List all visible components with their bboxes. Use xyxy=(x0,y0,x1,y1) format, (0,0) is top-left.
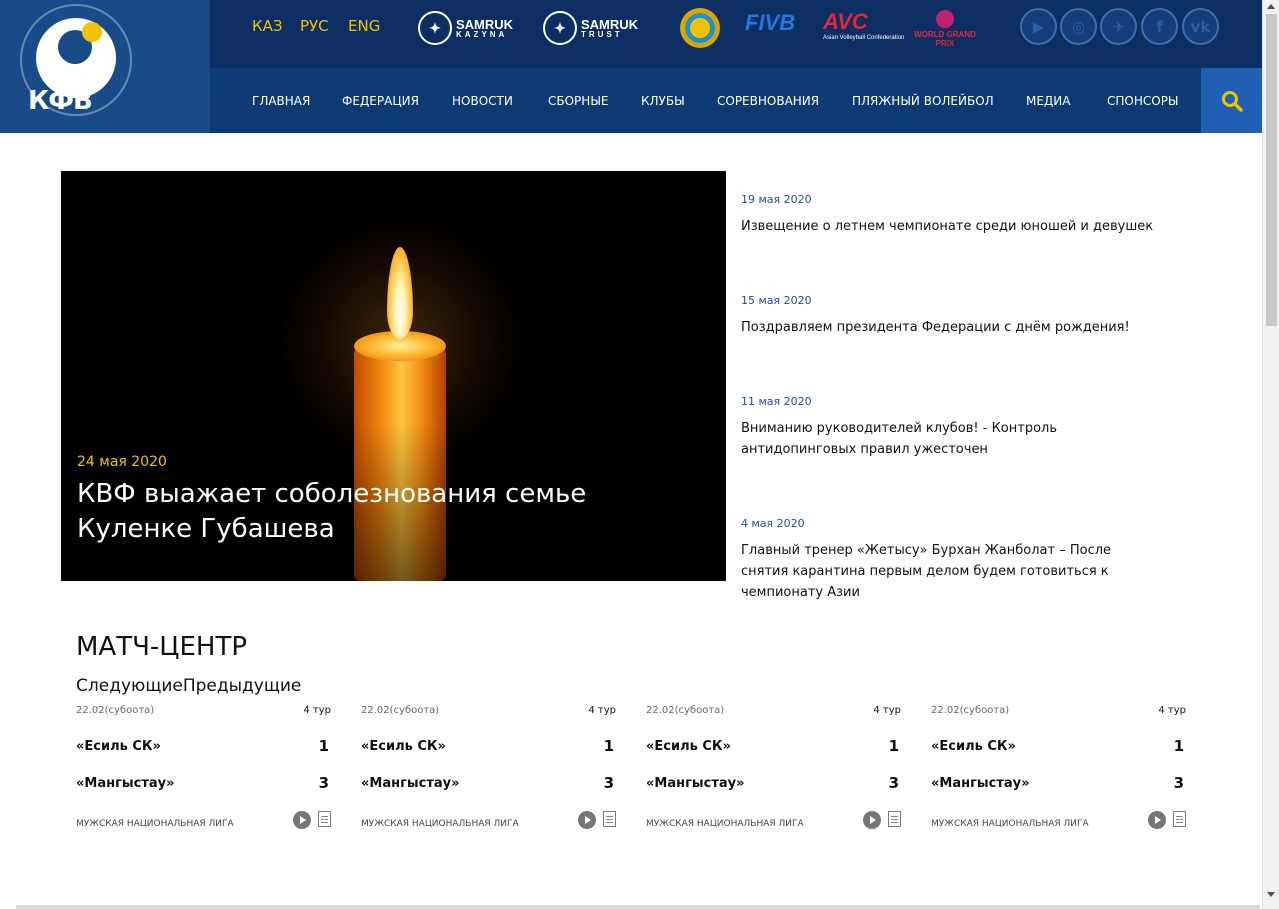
match-score-home: 1 xyxy=(1173,737,1184,755)
match-league: МУЖСКАЯ НАЦИОНАЛЬНАЯ ЛИГА xyxy=(361,819,519,829)
youtube-icon[interactable]: ▶ xyxy=(1020,8,1057,45)
kazakhstan-emblem-icon[interactable] xyxy=(680,8,720,48)
facebook-icon[interactable]: f xyxy=(1141,8,1178,45)
news-date: 19 мая 2020 xyxy=(741,193,812,206)
match-team-away: «Мангыстау» xyxy=(76,776,175,791)
match-score-home: 1 xyxy=(603,737,614,755)
protocol-doc-icon[interactable] xyxy=(318,811,331,827)
match-card[interactable]: 22.02(субоота) 4 тур «Есиль СК» 1 «Мангы… xyxy=(931,705,1186,835)
video-icon[interactable] xyxy=(863,811,881,829)
match-round: 4 тур xyxy=(303,705,331,716)
match-round: 4 тур xyxy=(1158,705,1186,716)
match-score-away: 3 xyxy=(888,774,899,792)
section-divider xyxy=(16,905,1260,909)
wgp-icon xyxy=(936,10,954,28)
match-round: 4 тур xyxy=(588,705,616,716)
scroll-down-icon[interactable] xyxy=(1267,892,1275,897)
vk-icon[interactable]: vk xyxy=(1182,8,1219,45)
news-title[interactable]: Поздравляем президента Федерации с днём … xyxy=(741,317,1161,338)
hero-title[interactable]: КВФ выажает соболезнования семье Куленке… xyxy=(77,477,677,547)
match-team-away: «Мангыстау» xyxy=(931,776,1030,791)
site-logo[interactable]: КФВ xyxy=(0,0,210,133)
logo-abbr: КФВ xyxy=(28,86,93,116)
match-league: МУЖСКАЯ НАЦИОНАЛЬНАЯ ЛИГА xyxy=(646,819,804,829)
news-title[interactable]: Вниманию руководителей клубов! - Контрол… xyxy=(741,418,1161,460)
match-team-home: «Есиль СК» xyxy=(361,739,446,754)
partner-samruk-trust[interactable]: ✦ SAMRUK TRUST xyxy=(543,8,638,48)
nav-home[interactable]: ГЛАВНАЯ xyxy=(252,94,310,108)
nav-teams[interactable]: СБОРНЫЕ xyxy=(548,94,609,108)
match-score-home: 1 xyxy=(888,737,899,755)
match-card[interactable]: 22.02(субоота) 4 тур «Есиль СК» 1 «Мангы… xyxy=(361,705,616,835)
news-title[interactable]: Извещение о летнем чемпионате среди юнош… xyxy=(741,216,1161,237)
search-icon xyxy=(1221,90,1243,112)
world-grand-prix-logo[interactable]: WORLD GRAND PRIX xyxy=(908,10,982,48)
page-scrollbar[interactable] xyxy=(1262,0,1279,909)
video-icon[interactable] xyxy=(578,811,596,829)
match-center-tabs[interactable]: СледующиеПредыдущие xyxy=(76,676,301,696)
match-team-away: «Мангыстау» xyxy=(646,776,745,791)
instagram-icon[interactable]: ◎ xyxy=(1060,8,1097,45)
match-league: МУЖСКАЯ НАЦИОНАЛЬНАЯ ЛИГА xyxy=(76,819,234,829)
samruk-trust-icon: ✦ xyxy=(543,11,577,45)
search-button[interactable] xyxy=(1201,68,1262,133)
match-center-title: МАТЧ-ЦЕНТР xyxy=(76,632,248,662)
match-date: 22.02(субоота) xyxy=(361,705,440,716)
protocol-doc-icon[interactable] xyxy=(1173,811,1186,827)
hero-news[interactable]: 24 мая 2020 КВФ выажает соболезнования с… xyxy=(61,171,726,581)
news-date: 4 мая 2020 xyxy=(741,517,805,530)
nav-federation[interactable]: ФЕДЕРАЦИЯ xyxy=(342,94,419,108)
twitter-icon[interactable]: ✈ xyxy=(1100,8,1137,45)
news-date: 15 мая 2020 xyxy=(741,294,812,307)
nav-sponsors[interactable]: СПОНСОРЫ xyxy=(1107,94,1179,108)
nav-beach-volleyball[interactable]: ПЛЯЖНЫЙ ВОЛЕЙБОЛ xyxy=(852,94,994,108)
match-team-home: «Есиль СК» xyxy=(76,739,161,754)
protocol-doc-icon[interactable] xyxy=(603,811,616,827)
match-team-away: «Мангыстау» xyxy=(361,776,460,791)
scroll-thumb[interactable] xyxy=(1266,14,1277,326)
news-title[interactable]: Главный тренер «Жетысу» Бурхан Жанболат … xyxy=(741,540,1161,603)
video-icon[interactable] xyxy=(293,811,311,829)
match-date: 22.02(субоота) xyxy=(931,705,1010,716)
match-score-home: 1 xyxy=(318,737,329,755)
protocol-doc-icon[interactable] xyxy=(888,811,901,827)
lang-eng[interactable]: ENG xyxy=(348,17,380,35)
match-card[interactable]: 22.02(субоота) 4 тур «Есиль СК» 1 «Мангы… xyxy=(646,705,901,835)
lang-kaz[interactable]: КАЗ xyxy=(252,17,283,35)
nav-competitions[interactable]: СОРЕВНОВАНИЯ xyxy=(717,94,819,108)
hero-date: 24 мая 2020 xyxy=(77,454,167,470)
match-card[interactable]: 22.02(субоота) 4 тур «Есиль СК» 1 «Мангы… xyxy=(76,705,331,835)
news-date: 11 мая 2020 xyxy=(741,395,812,408)
partner-samruk-kazyna[interactable]: ✦ SAMRUK KAZYNA xyxy=(418,8,513,48)
match-score-away: 3 xyxy=(1173,774,1184,792)
match-team-home: «Есиль СК» xyxy=(931,739,1016,754)
main-nav: ГЛАВНАЯ ФЕДЕРАЦИЯ НОВОСТИ СБОРНЫЕ КЛУБЫ … xyxy=(210,68,1201,133)
samruk-kazyna-icon: ✦ xyxy=(418,11,452,45)
nav-clubs[interactable]: КЛУБЫ xyxy=(641,94,685,108)
match-date: 22.02(субоота) xyxy=(646,705,725,716)
match-date: 22.02(субоота) xyxy=(76,705,155,716)
lang-rus[interactable]: РУС xyxy=(300,17,329,35)
nav-media[interactable]: МЕДИА xyxy=(1026,94,1071,108)
site-header: КФВ КАЗ РУС ENG ✦ SAMRUK KAZYNA ✦ SAMRUK… xyxy=(0,0,1262,133)
fivb-logo[interactable]: FIVB xyxy=(745,10,795,36)
nav-news[interactable]: НОВОСТИ xyxy=(452,94,513,108)
logo-ball-icon xyxy=(82,22,102,42)
match-round: 4 тур xyxy=(873,705,901,716)
video-icon[interactable] xyxy=(1148,811,1166,829)
match-score-away: 3 xyxy=(318,774,329,792)
match-team-home: «Есиль СК» xyxy=(646,739,731,754)
match-league: МУЖСКАЯ НАЦИОНАЛЬНАЯ ЛИГА xyxy=(931,819,1089,829)
scroll-up-icon[interactable] xyxy=(1267,4,1275,9)
avc-logo[interactable]: AVC Asian Volleyball Confederation xyxy=(823,9,904,41)
match-score-away: 3 xyxy=(603,774,614,792)
